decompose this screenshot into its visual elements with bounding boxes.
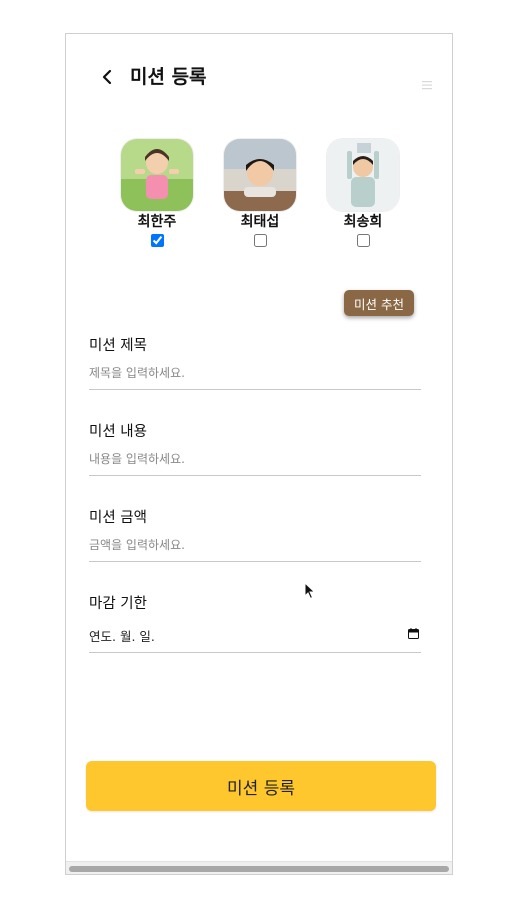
child-card[interactable]: 최송희 <box>325 139 401 247</box>
field-label: 미션 제목 <box>89 338 147 354</box>
child-checkbox[interactable] <box>253 234 267 247</box>
mission-amount-input[interactable] <box>89 534 421 562</box>
mouse-cursor-icon <box>304 582 316 600</box>
child-name: 최송희 <box>343 214 383 230</box>
mission-title-field: 미션 제목 <box>89 336 421 390</box>
mission-amount-field: 미션 금액 <box>89 508 421 562</box>
child-card[interactable]: 최한주 <box>119 139 195 247</box>
submit-mission-button[interactable]: 미션 등록 <box>86 761 436 811</box>
field-label: 마감 기한 <box>89 596 147 612</box>
field-label: 미션 금액 <box>89 510 147 526</box>
avatar <box>224 139 296 211</box>
child-name: 최한주 <box>137 214 177 230</box>
deadline-field: 마감 기한 연도. 월. 일. <box>89 594 421 653</box>
date-value: 연도. 월. 일. <box>89 629 155 644</box>
mission-content-field: 미션 내용 <box>89 422 421 476</box>
recommend-mission-button[interactable]: 미션 추천 <box>344 290 414 316</box>
deadline-date-input[interactable]: 연도. 월. 일. <box>89 622 421 653</box>
avatar <box>327 139 399 211</box>
mission-content-input[interactable] <box>89 448 421 476</box>
mission-title-input[interactable] <box>89 362 421 390</box>
app-frame: 미션 등록 최한주 최태섭 최송희 미션 추천 미션 제목 제목을 입력하세요.… <box>65 33 453 875</box>
child-checkbox[interactable] <box>356 234 370 247</box>
child-name: 최태섭 <box>240 214 280 230</box>
avatar <box>121 139 193 211</box>
page-title: 미션 등록 <box>130 66 207 88</box>
scrollbar-thumb[interactable] <box>69 866 449 872</box>
back-button[interactable] <box>96 64 120 90</box>
child-selector: 최한주 최태섭 최송희 <box>66 139 452 254</box>
chevron-left-icon <box>102 69 112 85</box>
header: 미션 등록 <box>66 34 452 114</box>
child-checkbox[interactable] <box>150 234 164 247</box>
menu-icon[interactable] <box>421 76 433 90</box>
child-card[interactable]: 최태섭 <box>222 139 298 247</box>
field-label: 미션 내용 <box>89 424 147 440</box>
horizontal-scrollbar[interactable] <box>66 861 452 874</box>
calendar-icon[interactable] <box>408 628 419 639</box>
